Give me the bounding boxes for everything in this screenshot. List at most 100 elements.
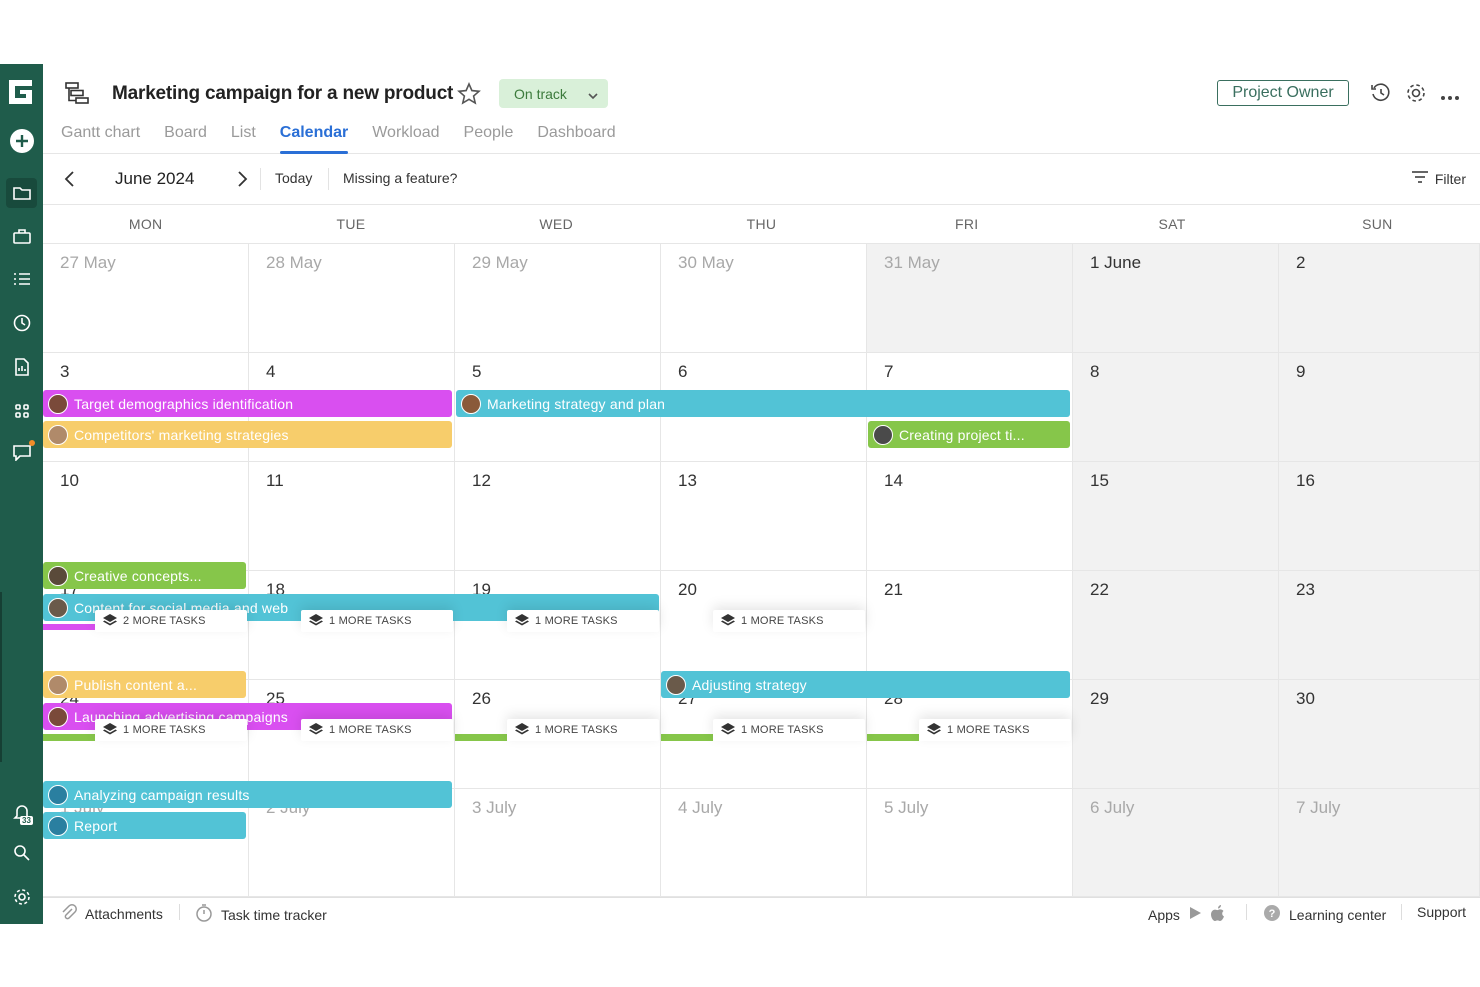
task-bar[interactable]: Analyzing campaign results [43, 781, 452, 808]
day-cell[interactable]: 22 [1073, 571, 1279, 680]
day-cell[interactable]: 28 May [249, 244, 455, 353]
day-cell[interactable]: 11 [249, 462, 455, 571]
day-cell[interactable]: 15 [1073, 462, 1279, 571]
day-number: 15 [1090, 471, 1109, 490]
weekday-label: FRI [955, 216, 979, 232]
day-cell[interactable]: 10 [43, 462, 249, 571]
task-label: Analyzing campaign results [74, 786, 250, 803]
day-cell[interactable]: 9 [1279, 353, 1480, 462]
more-tasks-button[interactable]: 2 MORE TASKS [95, 610, 247, 632]
tab-list[interactable]: List [231, 124, 256, 154]
more-tasks-button[interactable]: 1 MORE TASKS [919, 719, 1071, 741]
day-cell[interactable]: 29 May [455, 244, 661, 353]
settings-icon[interactable] [1405, 82, 1427, 109]
more-tasks-button[interactable]: 1 MORE TASKS [507, 610, 659, 632]
history-icon[interactable] [1370, 82, 1392, 109]
task-bar[interactable]: Creative concepts... [43, 562, 246, 589]
add-icon[interactable] [6, 126, 37, 156]
day-cell[interactable]: 7 July [1279, 789, 1480, 897]
day-number: 12 [472, 471, 491, 490]
day-cell[interactable]: 29 [1073, 680, 1279, 789]
task-label: Competitors' marketing strategies [74, 426, 289, 443]
filter-button[interactable]: Filter [1411, 170, 1466, 187]
support-link[interactable]: Support [1417, 904, 1466, 920]
day-number: 28 May [266, 253, 322, 272]
more-tasks-button[interactable]: 1 MORE TASKS [301, 719, 453, 741]
star-icon[interactable] [457, 82, 481, 111]
task-bar[interactable]: Competitors' marketing strategies [43, 421, 452, 448]
apple-icon[interactable] [1210, 904, 1226, 925]
day-cell[interactable]: 27 May [43, 244, 249, 353]
day-cell[interactable]: 30 [1279, 680, 1480, 789]
time-tracker-link[interactable]: Task time tracker [195, 904, 327, 925]
chevron-right-icon[interactable] [235, 170, 249, 193]
day-cell[interactable]: 23 [1279, 571, 1480, 680]
help-icon: ? [1263, 904, 1281, 925]
tab-calendar[interactable]: Calendar [279, 124, 349, 154]
day-cell[interactable]: 13 [661, 462, 867, 571]
role-button[interactable]: Project Owner [1217, 80, 1349, 106]
more-options-icon[interactable] [1440, 88, 1460, 106]
task-bar[interactable]: Marketing strategy and plan [456, 390, 1070, 417]
missing-feature-link[interactable]: Missing a feature? [343, 170, 457, 186]
more-tasks-label: 1 MORE TASKS [741, 615, 824, 627]
weekday-label: SUN [1362, 216, 1393, 232]
apps-icon[interactable] [6, 396, 37, 426]
notification-count: 33 [20, 816, 33, 825]
chevron-left-icon[interactable] [63, 170, 77, 193]
more-tasks-button[interactable]: 1 MORE TASKS [713, 719, 865, 741]
paperclip-icon [61, 904, 77, 923]
task-bar[interactable]: Publish content a... [43, 671, 246, 698]
day-number: 11 [266, 471, 284, 490]
day-cell[interactable]: 8 [1073, 353, 1279, 462]
play-store-icon[interactable] [1188, 906, 1202, 923]
clock-icon[interactable] [6, 308, 37, 338]
day-cell[interactable]: 4 July [661, 789, 867, 897]
list-icon[interactable] [6, 264, 37, 294]
day-cell[interactable]: 16 [1279, 462, 1480, 571]
task-bar[interactable]: Creating project ti... [868, 421, 1070, 448]
day-cell[interactable]: 1 June [1073, 244, 1279, 353]
status-dropdown[interactable]: On track [499, 79, 608, 108]
tab-gantt-chart[interactable]: Gantt chart [61, 124, 140, 154]
tab-workload[interactable]: Workload [372, 124, 439, 154]
attachments-link[interactable]: Attachments [61, 904, 163, 923]
logo[interactable] [5, 77, 38, 107]
day-cell[interactable]: 2 [1279, 244, 1480, 353]
svg-text:?: ? [1269, 908, 1276, 920]
day-cell[interactable]: 6 July [1073, 789, 1279, 897]
layers-icon [515, 722, 529, 738]
day-cell[interactable]: 31 May [867, 244, 1073, 353]
day-number: 3 July [472, 798, 517, 817]
divider [328, 168, 329, 190]
today-button[interactable]: Today [275, 170, 312, 186]
gear-icon[interactable] [6, 882, 37, 912]
apps-link[interactable]: Apps [1148, 904, 1226, 925]
day-cell[interactable]: 5 July [867, 789, 1073, 897]
more-tasks-button[interactable]: 1 MORE TASKS [507, 719, 659, 741]
more-tasks-button[interactable]: 1 MORE TASKS [301, 610, 453, 632]
search-icon[interactable] [6, 838, 37, 868]
weekday-label: TUE [336, 216, 366, 232]
day-number: 7 July [1296, 798, 1341, 817]
day-cell[interactable]: 21 [867, 571, 1073, 680]
day-cell[interactable]: 3 July [455, 789, 661, 897]
day-cell[interactable]: 12 [455, 462, 661, 571]
tab-people[interactable]: People [464, 124, 514, 154]
report-icon[interactable] [6, 352, 37, 382]
folder-icon[interactable] [6, 178, 37, 208]
tab-board[interactable]: Board [164, 124, 207, 154]
tab-dashboard[interactable]: Dashboard [537, 124, 615, 154]
more-tasks-button[interactable]: 1 MORE TASKS [95, 719, 247, 741]
day-number: 5 [472, 362, 482, 381]
day-number: 29 May [472, 253, 528, 272]
task-bar[interactable]: Report [43, 812, 246, 839]
day-cell[interactable]: 30 May [661, 244, 867, 353]
rail-divider [0, 592, 2, 762]
task-bar[interactable]: Adjusting strategy [661, 671, 1070, 698]
task-bar[interactable]: Target demographics identification [43, 390, 452, 417]
learning-center-link[interactable]: ? Learning center [1263, 904, 1386, 925]
more-tasks-button[interactable]: 1 MORE TASKS [713, 610, 865, 632]
day-cell[interactable]: 14 [867, 462, 1073, 571]
briefcase-icon[interactable] [6, 221, 37, 251]
